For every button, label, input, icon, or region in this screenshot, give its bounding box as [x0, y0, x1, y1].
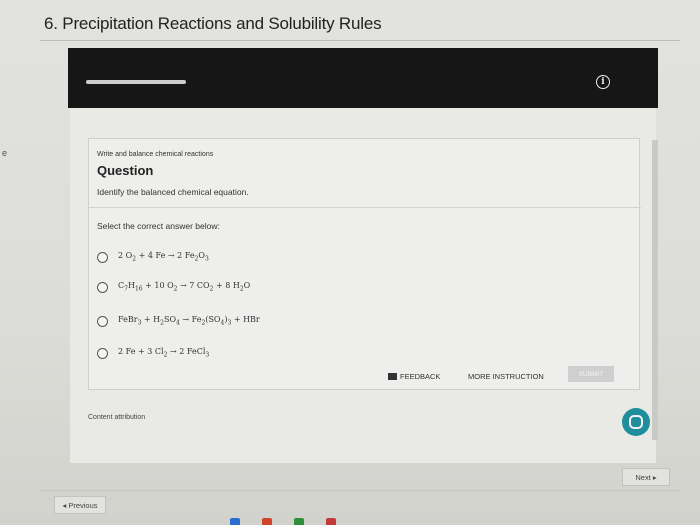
question-divider	[89, 207, 641, 208]
submit-button[interactable]: SUBMIT	[568, 366, 614, 382]
answer-option-text: FeBr3 + H2SO4 → Fe2(SO4)3 + HBr	[118, 315, 260, 327]
next-button[interactable]: Next ▸	[622, 468, 670, 486]
answer-option-text: C7H16 + 10 O2 → 7 CO2 + 8 H2O	[118, 281, 251, 293]
question-prompt: Identify the balanced chemical equation.	[97, 187, 249, 197]
footer-divider	[40, 490, 680, 491]
assignment-header-band	[68, 48, 658, 108]
question-card: Write and balance chemical reactions Que…	[88, 138, 641, 390]
feedback-label: FEEDBACK	[400, 372, 441, 381]
left-edge-glyph: e	[2, 148, 8, 158]
previous-button[interactable]: ◂ Previous	[54, 496, 106, 514]
answer-option-text: 2 Fe + 3 Cl2 → 2 FeCl3	[118, 347, 210, 359]
answer-option[interactable]: 2 O2 + 4 Fe → 2 Fe2O3	[97, 247, 617, 267]
radio-button[interactable]	[97, 251, 108, 263]
title-divider	[40, 40, 680, 41]
app-icon[interactable]	[262, 518, 272, 525]
chat-icon	[629, 415, 643, 429]
question-kicker: Write and balance chemical reactions	[97, 151, 214, 158]
select-answer-label: Select the correct answer below:	[97, 221, 220, 231]
flag-icon	[388, 373, 397, 380]
answer-option[interactable]: 2 Fe + 3 Cl2 → 2 FeCl3	[97, 343, 617, 363]
answer-option[interactable]: C7H16 + 10 O2 → 7 CO2 + 8 H2O	[97, 277, 617, 297]
scrollbar[interactable]	[652, 140, 658, 440]
pdf-icon[interactable]	[326, 518, 336, 525]
radio-button[interactable]	[97, 281, 108, 293]
taskbar-strip	[230, 516, 400, 525]
radio-button[interactable]	[97, 315, 108, 327]
answer-option-text: 2 O2 + 4 Fe → 2 Fe2O3	[118, 251, 209, 263]
browser-icon[interactable]	[230, 518, 240, 525]
chat-button[interactable]	[622, 408, 650, 436]
content-attribution-link[interactable]: Content attribution	[88, 414, 145, 421]
answer-option[interactable]: FeBr3 + H2SO4 → Fe2(SO4)3 + HBr	[97, 311, 617, 331]
question-heading: Question	[97, 163, 154, 178]
spreadsheet-icon[interactable]	[294, 518, 304, 525]
radio-button[interactable]	[97, 347, 108, 359]
more-instruction-button[interactable]: MORE INSTRUCTION	[468, 372, 544, 381]
info-icon[interactable]: i	[596, 75, 610, 89]
feedback-button[interactable]: FEEDBACK	[388, 372, 440, 381]
page-title: 6. Precipitation Reactions and Solubilit…	[44, 14, 382, 33]
progress-bar	[86, 80, 186, 84]
